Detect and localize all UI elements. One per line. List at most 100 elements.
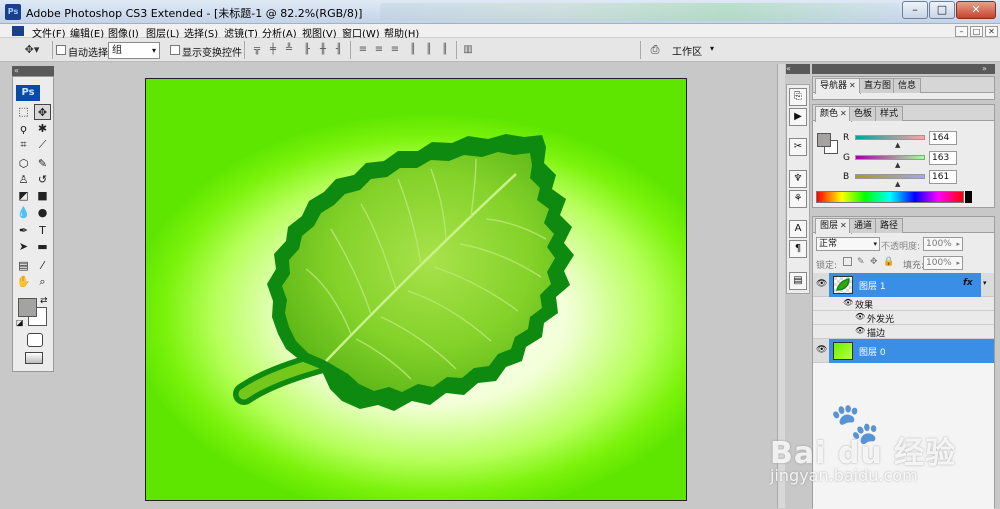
layer-row[interactable]: 👁 图层 0 — [813, 339, 994, 363]
effect-row-outer-glow[interactable]: 👁 外发光 — [813, 311, 994, 325]
slice-tool-icon[interactable]: ⟋ — [34, 137, 51, 153]
photoshop-logo[interactable]: Ps — [16, 85, 40, 101]
close-icon[interactable]: ✕ — [840, 109, 847, 118]
rectangle-tool-icon[interactable]: ▬ — [34, 239, 51, 255]
eye-icon[interactable]: 👁 — [843, 298, 853, 307]
align-bottom-icon[interactable]: ╩ — [282, 42, 296, 58]
layer-row[interactable]: 👁 图层 1 fx ▾ — [813, 273, 994, 297]
tab-paths[interactable]: 路径 — [875, 218, 904, 233]
crop-tool-icon[interactable]: ⌗ — [15, 137, 32, 153]
blue-slider[interactable] — [855, 174, 925, 179]
show-transform-controls-checkbox[interactable] — [170, 45, 180, 55]
type-tool-icon[interactable]: T — [34, 223, 51, 239]
doc-close-button[interactable]: ✕ — [985, 26, 998, 37]
eye-icon[interactable]: 👁 — [816, 345, 827, 355]
auto-select-checkbox[interactable] — [56, 45, 66, 55]
foreground-color-swatch[interactable] — [18, 298, 37, 317]
brush-tool-icon[interactable]: ✎ — [34, 156, 51, 172]
close-button[interactable]: ✕ — [956, 1, 996, 19]
pen-tool-icon[interactable]: ✒ — [15, 223, 32, 239]
path-selection-tool-icon[interactable]: ➤ — [15, 239, 32, 255]
color-fg-swatch[interactable] — [817, 133, 831, 147]
history-brush-tool-icon[interactable]: ↺ — [34, 172, 51, 188]
eye-icon[interactable]: 👁 — [855, 312, 865, 321]
align-right-icon[interactable]: ╢ — [332, 42, 346, 58]
tab-navigator[interactable]: 导航器 ✕ — [815, 78, 861, 94]
lock-position-icon[interactable]: ✥ — [870, 257, 878, 267]
tab-histogram[interactable]: 直方图 — [859, 78, 897, 93]
document-canvas[interactable] — [145, 78, 687, 501]
align-hcenter-icon[interactable]: ╫ — [316, 42, 330, 58]
align-vcenter-icon[interactable]: ╪ — [266, 42, 280, 58]
healing-brush-tool-icon[interactable]: ⬡ — [15, 156, 32, 172]
layer-comps-icon[interactable]: ▤ — [789, 272, 807, 290]
close-icon[interactable]: ✕ — [840, 221, 847, 230]
red-value-input[interactable]: 164 — [929, 131, 957, 145]
layer-0-name[interactable]: 图层 0 — [859, 345, 886, 358]
auto-align-layers-icon[interactable]: ▥ — [461, 42, 475, 58]
toolbox-grip[interactable]: « — [12, 66, 54, 76]
tab-styles[interactable]: 样式 — [875, 106, 904, 121]
align-top-icon[interactable]: ╦ — [250, 42, 264, 58]
eraser-tool-icon[interactable]: ◩ — [15, 188, 32, 204]
lock-all-icon[interactable]: 🔒 — [883, 257, 894, 267]
marquee-tool-icon[interactable]: ⬚ — [15, 104, 32, 120]
clone-stamp-tool-icon[interactable]: ♙ — [15, 172, 32, 188]
color-ramp-black[interactable] — [965, 191, 972, 203]
lasso-tool-icon[interactable]: ϙ — [15, 121, 32, 137]
quick-mask-icon[interactable] — [27, 333, 43, 347]
align-left-icon[interactable]: ╟ — [300, 42, 314, 58]
red-slider[interactable] — [855, 135, 925, 140]
history-panel-icon[interactable]: ⎘ — [789, 88, 807, 106]
green-slider-knob[interactable]: ▲ — [895, 161, 900, 169]
doc-minimize-button[interactable]: – — [955, 26, 968, 37]
eye-icon[interactable]: 👁 — [816, 279, 827, 289]
opacity-input[interactable]: 100% ▸ — [923, 237, 963, 251]
green-value-input[interactable]: 163 — [929, 151, 957, 165]
tab-color[interactable]: 颜色 ✕ — [815, 106, 852, 122]
move-tool-preset-icon[interactable]: ✥▾ — [18, 42, 46, 58]
tab-info[interactable]: 信息 — [893, 78, 922, 93]
blue-value-input[interactable]: 161 — [929, 170, 957, 184]
effect-row-stroke[interactable]: 👁 描边 — [813, 325, 994, 339]
distribute-vcenter-icon[interactable]: ≡ — [372, 42, 386, 58]
collapsed-dock-grip[interactable]: « — [786, 64, 810, 74]
zoom-tool-icon[interactable]: ⌕ — [34, 274, 51, 290]
maximize-button[interactable]: □ — [929, 1, 955, 19]
hand-tool-icon[interactable]: ✋ — [15, 274, 32, 290]
tab-swatches[interactable]: 色板 — [849, 106, 878, 121]
swap-colors-icon[interactable]: ⇄ — [40, 296, 48, 306]
eye-icon[interactable]: 👁 — [855, 326, 865, 335]
panel-dock-grip[interactable]: » — [812, 64, 995, 74]
gradient-tool-icon[interactable]: ■ — [34, 188, 51, 204]
actions-panel-icon[interactable]: ▶ — [789, 108, 807, 126]
paragraph-panel-icon[interactable]: ¶ — [789, 240, 807, 258]
blue-slider-knob[interactable]: ▲ — [895, 180, 900, 188]
distribute-right-icon[interactable]: ║ — [438, 42, 452, 58]
blend-mode-dropdown[interactable]: 正常 ▾ — [816, 237, 880, 251]
tab-layers[interactable]: 图层 ✕ — [815, 218, 852, 234]
workspace-button[interactable]: 工作区 — [672, 43, 702, 58]
distribute-hcenter-icon[interactable]: ║ — [422, 42, 436, 58]
photoshop-app-icon[interactable]: Ps — [5, 4, 21, 20]
red-slider-knob[interactable]: ▲ — [895, 141, 900, 149]
default-colors-icon[interactable]: ◪ — [16, 318, 24, 327]
magic-wand-tool-icon[interactable]: ✱ — [34, 121, 51, 137]
distribute-bottom-icon[interactable]: ≡ — [388, 42, 402, 58]
move-tool-icon[interactable]: ✥ — [34, 104, 51, 120]
close-icon[interactable]: ✕ — [849, 81, 856, 90]
notes-tool-icon[interactable]: ▤ — [15, 258, 32, 274]
brushes-panel-icon[interactable]: ♆ — [789, 170, 807, 188]
lock-image-icon[interactable]: ✎ — [857, 257, 865, 267]
tool-presets-icon[interactable]: ✂ — [789, 138, 807, 156]
eyedropper-tool-icon[interactable]: ⁄ — [34, 258, 51, 274]
effects-row[interactable]: 👁 效果 — [813, 297, 994, 311]
distribute-left-icon[interactable]: ║ — [406, 42, 420, 58]
screen-mode-icon[interactable] — [25, 352, 43, 364]
layer-1-name[interactable]: 图层 1 — [859, 279, 886, 292]
fx-icon[interactable]: fx — [963, 278, 973, 288]
auto-select-dropdown[interactable]: 组 ▾ — [108, 42, 160, 59]
character-panel-icon[interactable]: A — [789, 220, 807, 238]
minimize-button[interactable]: – — [902, 1, 928, 19]
doc-restore-button[interactable]: □ — [970, 26, 983, 37]
